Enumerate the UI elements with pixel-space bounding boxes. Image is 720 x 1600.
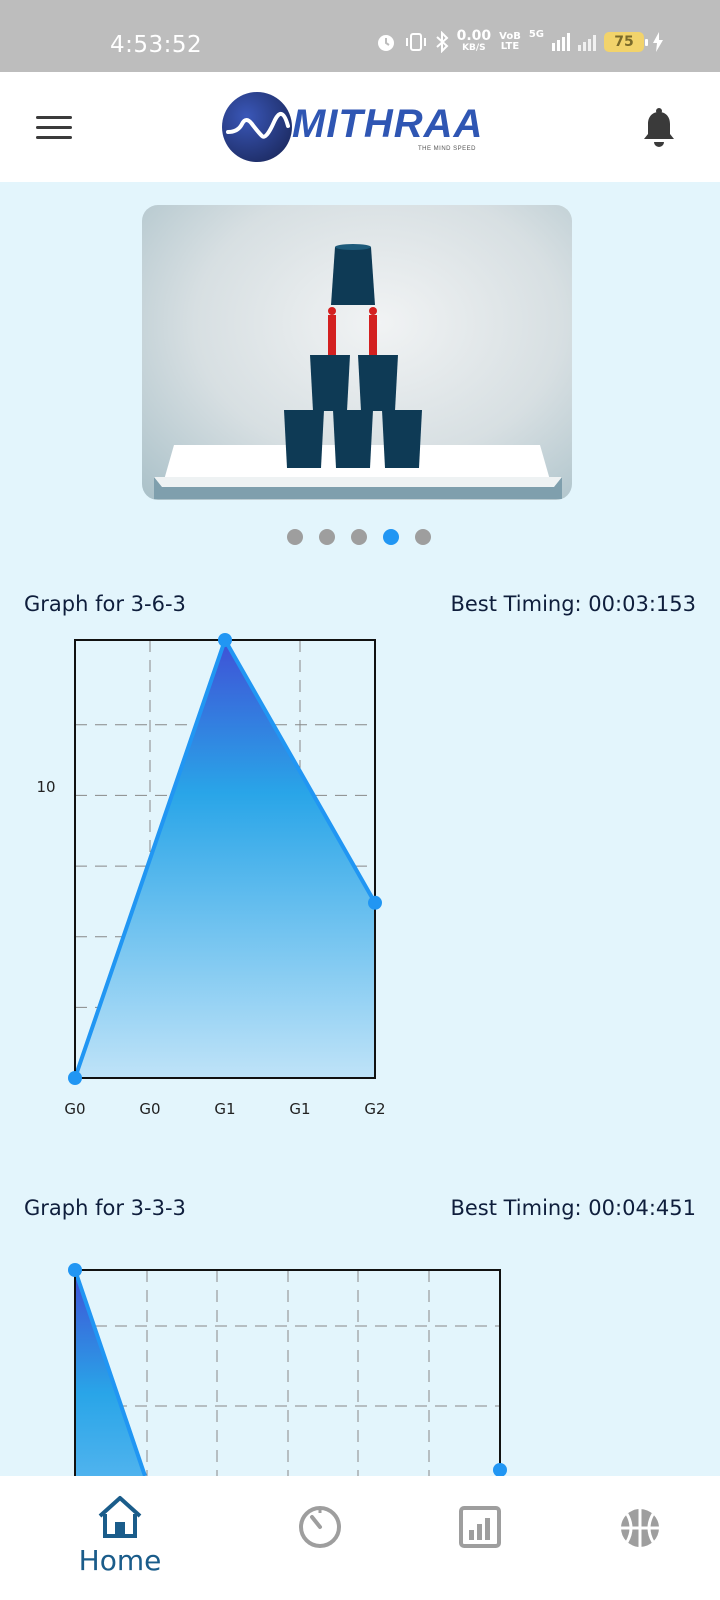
graph-chart: G0 G0 G1 G1 G2 10 [36,633,386,1118]
chart-point[interactable] [493,1463,507,1477]
chart-grid [75,1270,500,1476]
nav-timer[interactable] [280,1476,360,1600]
chart-point[interactable] [368,895,382,910]
logo-tagline: THE MIND SPEED [418,146,477,152]
x-tick-label: G1 [214,1100,235,1118]
x-tick-label: G0 [139,1100,160,1118]
carousel-dot[interactable] [351,529,367,545]
basketball-icon [621,1509,659,1547]
chart-point[interactable] [218,633,232,647]
best-timing: Best Timing: 00:03:153 [450,592,696,616]
x-tick-label: G0 [64,1100,85,1118]
logo-emblem [222,92,292,162]
nav-sports[interactable] [600,1476,680,1600]
signal-icon-2 [578,33,596,51]
bottom-nav: Home [0,1476,720,1600]
best-timing: Best Timing: 00:04:451 [450,1196,696,1220]
status-time: 4:53:52 [110,32,203,58]
x-tick-label: G1 [289,1100,310,1118]
home-icon [98,1496,142,1538]
y-tick-label: 10 [36,778,55,796]
nav-home-label: Home [78,1544,162,1577]
carousel-dot[interactable] [319,529,335,545]
graph-chart [68,1263,507,1477]
hamburger-menu-icon[interactable] [36,113,74,143]
vibrate-icon [405,31,427,53]
chart-point[interactable] [68,1071,82,1085]
status-bar: 4:53:52 0.00 KB/S VoB LTE 5G 75 [0,0,720,72]
app-logo: MITHRAA THE MIND SPEED [222,90,502,164]
x-tick-label: G2 [364,1100,385,1118]
nav-stats[interactable] [440,1476,520,1600]
signal-icon [552,32,570,51]
bell-icon[interactable] [640,106,680,150]
carousel-indicator [287,529,431,545]
chart-point[interactable] [68,1263,82,1277]
charging-icon [652,31,664,53]
carousel-dot[interactable] [287,529,303,545]
graph-title: Graph for 3-6-3 [24,592,186,616]
chart-area [75,640,375,1078]
status-icons: 0.00 KB/S VoB LTE 5G 75 [375,28,664,53]
banner-carousel-image[interactable] [142,205,572,500]
graph-title: Graph for 3-3-3 [24,1196,186,1220]
bluetooth-icon [435,30,449,53]
net-speed: 0.00 KB/S [456,28,492,53]
network-type: 5G [528,29,544,40]
stats-icon [459,1506,501,1548]
battery-indicator: 75 [604,31,648,52]
timer-icon [299,1506,341,1548]
carousel-dot-active[interactable] [383,529,399,545]
volte-indicator: VoB LTE [499,30,521,52]
logo-text: MITHRAA [292,102,484,146]
carousel-dot[interactable] [415,529,431,545]
app-header: MITHRAA THE MIND SPEED [0,72,720,182]
alarm-icon [375,31,397,53]
nav-home[interactable]: Home [60,1476,180,1600]
